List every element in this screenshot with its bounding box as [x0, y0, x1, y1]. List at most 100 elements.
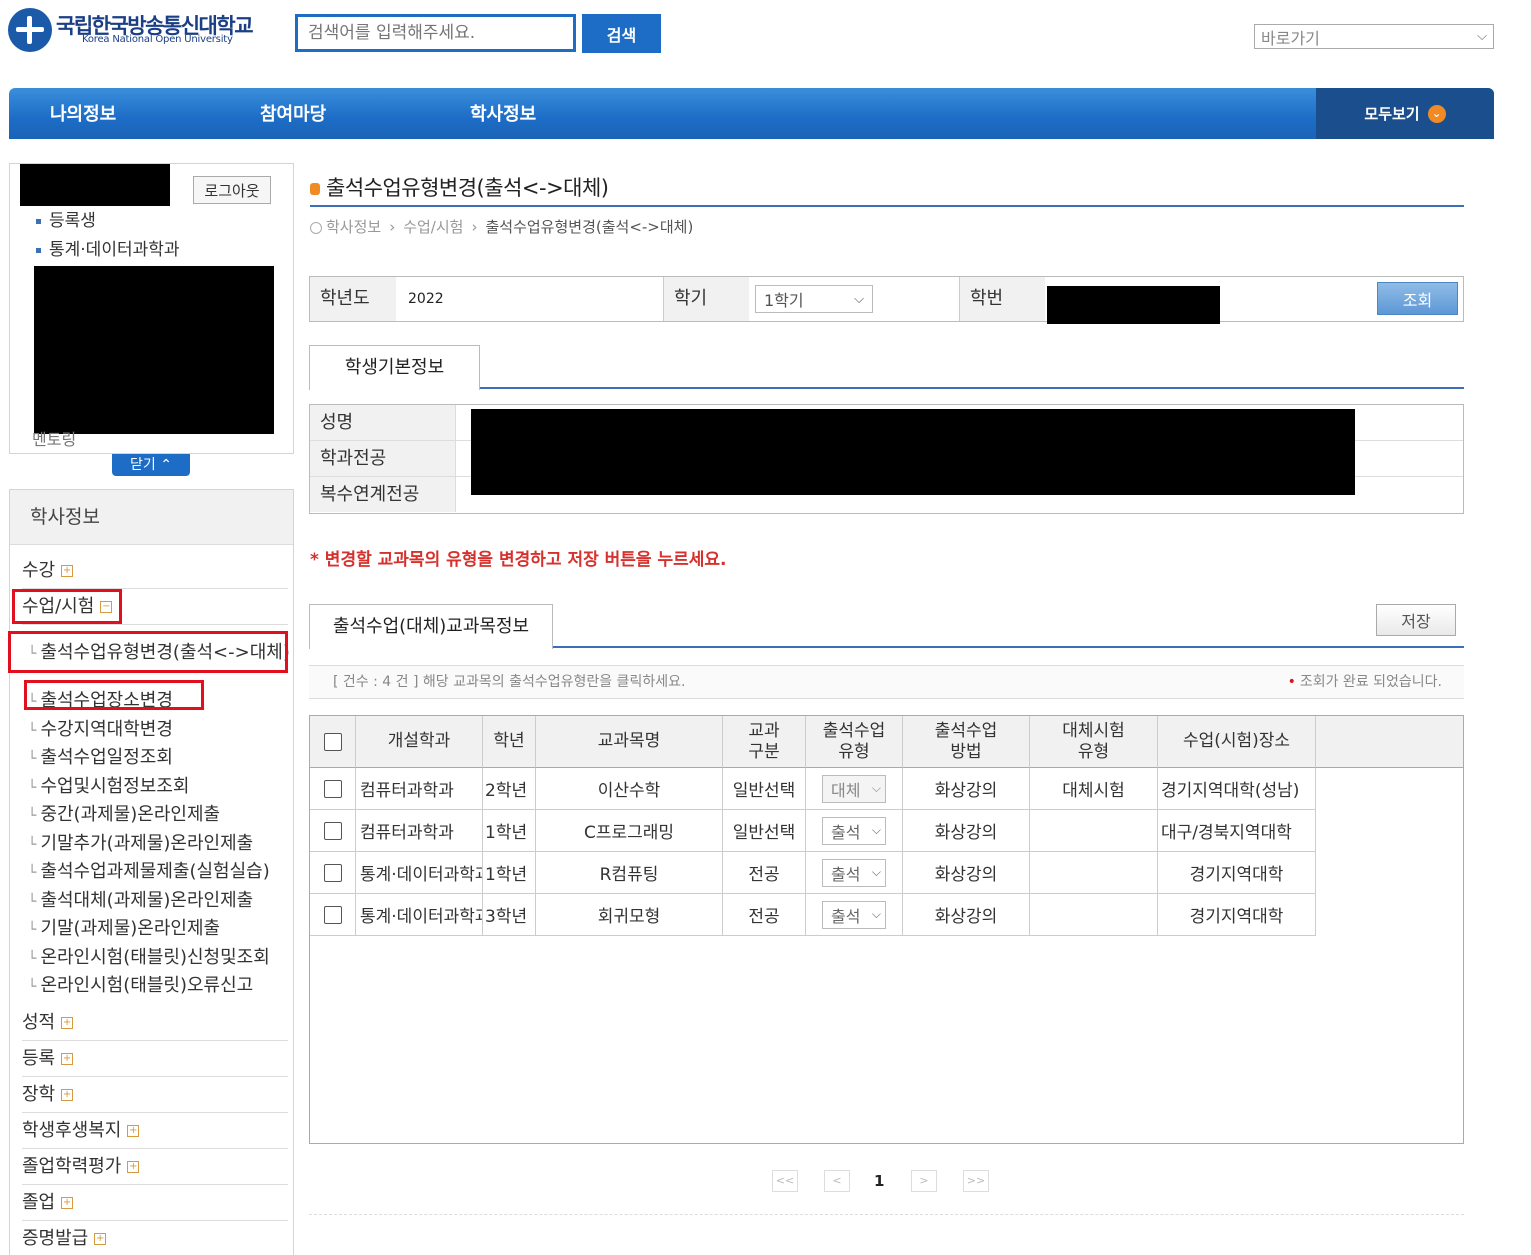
cell-category: 일반선택	[723, 810, 806, 852]
nav-item-my-info[interactable]: 나의정보	[50, 88, 116, 139]
menu-item-enrollment[interactable]: 수강 +	[22, 556, 288, 589]
tab-student-basic-info[interactable]: 학생기본정보	[309, 345, 480, 390]
menu-item-graduation[interactable]: 졸업 +	[22, 1188, 288, 1221]
submenu-tablet-exam-apply[interactable]: └ 온라인시험(태블릿)신청및조회	[28, 943, 270, 969]
redacted-name	[20, 164, 170, 206]
search-button[interactable]: 검색	[582, 14, 661, 53]
submenu-lab-submit[interactable]: └ 출석수업과제물제출(실험실습)	[28, 857, 270, 883]
submenu-label: 출석대체(과제물)온라인제출	[40, 890, 254, 911]
menu-title: 학사정보	[10, 490, 293, 545]
expand-icon[interactable]: +	[61, 565, 74, 577]
pager-first-button[interactable]: <<	[772, 1170, 798, 1192]
expand-icon[interactable]: +	[127, 1125, 140, 1137]
menu-item-label: 수강	[22, 560, 56, 581]
submenu-tablet-exam-error[interactable]: └ 온라인시험(태블릿)오류신고	[28, 971, 253, 997]
col-header-category: 교과 구분	[723, 716, 806, 768]
submenu-region-change[interactable]: └ 수강지역대학변경	[28, 715, 173, 741]
submenu-substitute-submit[interactable]: └ 출석대체(과제물)온라인제출	[28, 886, 253, 912]
attend-type-value: 대체	[831, 780, 861, 800]
table-row	[310, 852, 356, 894]
submenu-branch-icon: └	[28, 837, 37, 853]
cell-course-name: R컴퓨팅	[536, 852, 723, 894]
breadcrumb-item[interactable]: 수업/시험	[403, 218, 463, 236]
view-all-button[interactable]: 모두보기 ⌄	[1316, 88, 1494, 139]
submenu-branch-icon: └	[28, 922, 37, 938]
attend-type-select[interactable]: 대체 ⌵	[822, 774, 886, 803]
expand-icon[interactable]: +	[61, 1053, 74, 1065]
menu-item-graduation-eval[interactable]: 졸업학력평가 +	[22, 1152, 288, 1185]
submenu-class-exam-info[interactable]: └ 수업및시험정보조회	[28, 772, 189, 798]
query-button[interactable]: 조회	[1377, 282, 1458, 315]
redacted-student-no	[1047, 286, 1220, 324]
semester-label: 학기	[663, 277, 749, 321]
submenu-label: 중간(과제물)온라인제출	[40, 804, 221, 825]
shortcut-select-value: 바로가기	[1261, 28, 1320, 48]
save-button[interactable]: 저장	[1376, 604, 1456, 636]
col-header-empty	[1316, 716, 1463, 768]
status-dot-icon: •	[1287, 674, 1296, 690]
submenu-midterm-submit[interactable]: └ 중간(과제물)온라인제출	[28, 800, 220, 826]
cell-category: 전공	[723, 852, 806, 894]
home-icon[interactable]	[310, 221, 322, 234]
cell-attend-type: 출석 ⌵	[806, 810, 903, 852]
expand-icon[interactable]: +	[127, 1161, 140, 1173]
status-text: 조회가 완료 되었습니다.	[1299, 674, 1442, 690]
row-checkbox[interactable]	[323, 863, 342, 882]
submenu-final-extra-submit[interactable]: └ 기말추가(과제물)온라인제출	[28, 829, 253, 855]
breadcrumb-item[interactable]: 학사정보	[326, 218, 381, 236]
search-input[interactable]	[295, 14, 576, 52]
nav-item-community[interactable]: 참여마당	[260, 88, 326, 139]
year-value[interactable]: 2022	[408, 291, 444, 307]
submenu-label: 출석수업일정조회	[40, 747, 173, 768]
student-info-table: 성명 학과전공 복수연계전공	[309, 404, 1464, 514]
row-checkbox[interactable]	[323, 905, 342, 924]
cell-place: 대구/경북지역대학	[1158, 810, 1316, 852]
attend-type-select[interactable]: 출석 ⌵	[822, 900, 886, 929]
semester-select[interactable]: 1학기 ⌵	[755, 285, 873, 313]
expand-icon[interactable]: +	[61, 1017, 74, 1029]
chevron-down-circle-icon: ⌄	[1427, 104, 1446, 123]
highlight-attendance-place-change	[24, 680, 204, 710]
university-logo[interactable]: 국립한국방송통신대학교 Korea National Open Universi…	[8, 6, 278, 54]
cell-course-name: 이산수학	[536, 768, 723, 810]
menu-item-registration[interactable]: 등록 +	[22, 1044, 288, 1077]
cell-dept: 컴퓨터과학과	[356, 768, 483, 810]
menu-item-scholarship[interactable]: 장학 +	[22, 1080, 288, 1113]
menu-item-welfare[interactable]: 학생후생복지 +	[22, 1116, 288, 1149]
cell-attend-type: 대체 ⌵	[806, 768, 903, 810]
expand-icon[interactable]: +	[61, 1089, 74, 1101]
nav-item-academic[interactable]: 학사정보	[470, 88, 536, 139]
attend-type-select[interactable]: 출석 ⌵	[822, 858, 886, 887]
menu-item-label: 성적	[22, 1012, 56, 1033]
submenu-label: 온라인시험(태블릿)신청및조회	[40, 947, 270, 968]
expand-icon[interactable]: +	[61, 1197, 74, 1209]
row-checkbox[interactable]	[323, 821, 342, 840]
profile-close-button[interactable]: 닫기 ⌃	[112, 454, 190, 476]
cell-dept: 통계·데이터과학과	[356, 852, 483, 894]
shortcut-select[interactable]: 바로가기 ⌵	[1254, 24, 1494, 49]
pager-last-button[interactable]: >>	[963, 1170, 989, 1192]
page-title: 출석수업유형변경(출석<->대체)	[310, 172, 609, 202]
submenu-attendance-schedule[interactable]: └ 출석수업일정조회	[28, 743, 173, 769]
highlight-attendance-type-change	[8, 631, 288, 673]
cell-place: 경기지역대학	[1158, 894, 1316, 936]
pager-next-button[interactable]: >	[911, 1170, 937, 1192]
pager-current-page[interactable]: 1	[874, 1172, 884, 1190]
pager-prev-button[interactable]: <	[824, 1170, 850, 1192]
cell-attend-type: 출석 ⌵	[806, 852, 903, 894]
tab-course-info[interactable]: 출석수업(대체)교과목정보	[309, 604, 553, 649]
submenu-branch-icon: └	[28, 780, 37, 796]
chevron-up-icon: ⌃	[160, 457, 172, 473]
attend-type-select[interactable]: 출석 ⌵	[822, 816, 886, 845]
cell-alt-exam	[1030, 810, 1158, 852]
logout-button[interactable]: 로그아웃	[193, 176, 271, 204]
expand-icon[interactable]: +	[94, 1233, 107, 1245]
col-header-course-name: 교과목명	[536, 716, 723, 768]
select-all-checkbox[interactable]	[323, 732, 342, 751]
submenu-final-submit[interactable]: └ 기말(과제물)온라인제출	[28, 914, 220, 940]
col-header-attend-type: 출석수업 유형	[806, 716, 903, 768]
row-checkbox[interactable]	[323, 779, 342, 798]
profile-status: 등록생	[36, 206, 96, 231]
menu-item-grades[interactable]: 성적 +	[22, 1008, 288, 1041]
menu-item-certificate[interactable]: 증명발급 +	[22, 1224, 288, 1255]
